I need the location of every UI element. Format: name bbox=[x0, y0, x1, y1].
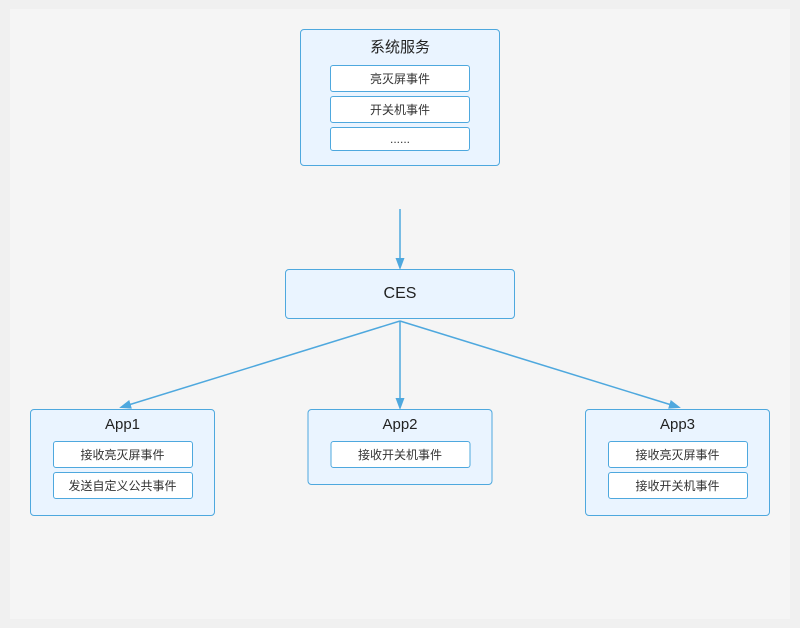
app3-item-0: 接收亮灭屏事件 bbox=[608, 441, 748, 468]
sys-item-0: 亮灭屏事件 bbox=[330, 65, 470, 92]
app3-title: App3 bbox=[586, 410, 769, 437]
app1-item-1: 发送自定义公共事件 bbox=[53, 472, 193, 499]
sys-item-1: 开关机事件 bbox=[330, 96, 470, 123]
app1-box: App1 接收亮灭屏事件 发送自定义公共事件 bbox=[30, 409, 215, 516]
app2-box: App2 接收开关机事件 bbox=[308, 409, 493, 485]
sys-service-title: 系统服务 bbox=[301, 30, 499, 61]
app3-item-1: 接收开关机事件 bbox=[608, 472, 748, 499]
ces-label: CES bbox=[384, 285, 417, 303]
app1-item-0: 接收亮灭屏事件 bbox=[53, 441, 193, 468]
arrow-ces-to-app1 bbox=[122, 321, 400, 407]
app2-item-0: 接收开关机事件 bbox=[330, 441, 470, 468]
ces-box: CES bbox=[285, 269, 515, 319]
diagram: 系统服务 亮灭屏事件 开关机事件 ...... CES App1 接收亮灭屏事件… bbox=[10, 9, 790, 619]
arrow-ces-to-app3 bbox=[400, 321, 678, 407]
app3-box: App3 接收亮灭屏事件 接收开关机事件 bbox=[585, 409, 770, 516]
sys-item-2: ...... bbox=[330, 127, 470, 151]
app1-title: App1 bbox=[31, 410, 214, 437]
sys-service-box: 系统服务 亮灭屏事件 开关机事件 ...... bbox=[300, 29, 500, 166]
app2-title: App2 bbox=[309, 410, 492, 437]
